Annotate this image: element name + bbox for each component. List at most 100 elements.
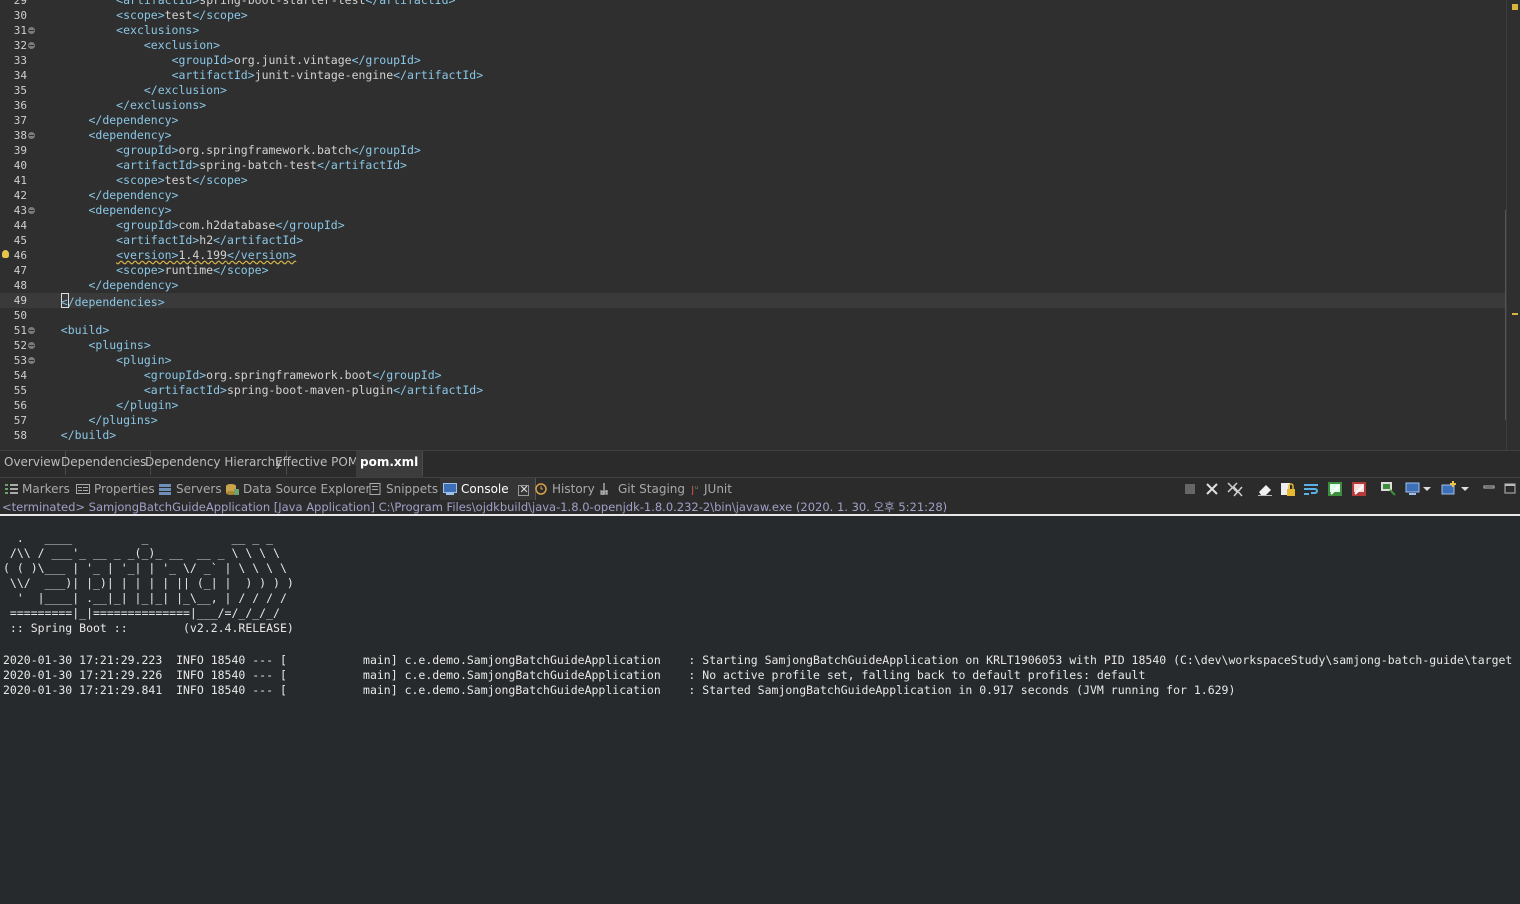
- fold-toggle-icon[interactable]: [28, 27, 35, 34]
- fold-toggle-icon[interactable]: [28, 42, 35, 49]
- code-line[interactable]: 57 </plugins>: [0, 413, 1506, 428]
- line-number: 44: [13, 219, 27, 232]
- fold-toggle-icon[interactable]: [28, 327, 35, 334]
- maximize-icon[interactable]: [1503, 481, 1519, 497]
- warning-marker[interactable]: [1512, 313, 1518, 315]
- code-line[interactable]: 41 <scope>test</scope>: [0, 173, 1506, 188]
- pom-editor-tabs: Overview Dependencies Dependency Hierarc…: [0, 450, 1520, 477]
- tab-dependencies[interactable]: Dependencies: [57, 451, 152, 475]
- code-line[interactable]: 39 <groupId>org.springframework.batch</g…: [0, 143, 1506, 158]
- svg-text:u: u: [695, 485, 698, 491]
- tab-snippets[interactable]: Snippets: [368, 478, 438, 502]
- code-line[interactable]: 46 <version>1.4.199</version>: [0, 248, 1506, 263]
- line-number: 31: [13, 24, 27, 37]
- tab-junit[interactable]: Ju JUnit: [690, 478, 732, 502]
- tab-dependency-hierarchy[interactable]: Dependency Hierarchy: [141, 451, 288, 475]
- tab-git-staging[interactable]: git Git Staging: [600, 478, 685, 502]
- fold-toggle-icon[interactable]: [28, 132, 35, 139]
- code-line[interactable]: 32 <exclusion>: [0, 38, 1506, 53]
- code-line[interactable]: 49 </dependencies>: [0, 293, 1506, 309]
- minimize-icon[interactable]: [1482, 481, 1498, 497]
- tab-pom-xml[interactable]: pom.xml: [356, 451, 424, 477]
- code-line[interactable]: 44 <groupId>com.h2database</groupId>: [0, 218, 1506, 233]
- tab-servers[interactable]: Servers: [158, 478, 222, 502]
- tab-data-source-explorer[interactable]: Data Source Explorer: [225, 478, 370, 502]
- tab-console[interactable]: Console ✕: [440, 478, 537, 502]
- spring-boot-banner: . ____ _ __ _ _ /\\ / ___'_ __ _ _(_)_ _…: [3, 531, 294, 635]
- xml-code-text: <artifactId>h2</artifactId>: [116, 233, 304, 247]
- code-line[interactable]: 50: [0, 308, 1506, 323]
- code-line[interactable]: 45 <artifactId>h2</artifactId>: [0, 233, 1506, 248]
- tab-effective-pom[interactable]: Effective POM: [271, 451, 364, 475]
- code-line[interactable]: 35 </exclusion>: [0, 83, 1506, 98]
- code-line[interactable]: 37 </dependency>: [0, 113, 1506, 128]
- scroll-lock-icon[interactable]: [1280, 481, 1296, 497]
- fold-toggle-icon[interactable]: [28, 357, 35, 364]
- word-wrap-icon[interactable]: [1303, 481, 1319, 497]
- code-line[interactable]: 29 <artifactId>spring-boot-starter-test<…: [0, 0, 1506, 8]
- xml-editor[interactable]: 29 <artifactId>spring-boot-starter-test<…: [0, 0, 1520, 450]
- code-line[interactable]: 31 <exclusions>: [0, 23, 1506, 38]
- tab-markers[interactable]: Markers: [4, 478, 70, 502]
- show-on-stdout-icon[interactable]: [1327, 481, 1343, 497]
- line-number: 35: [13, 84, 27, 97]
- code-line[interactable]: 38 <dependency>: [0, 128, 1506, 143]
- svg-text:J: J: [690, 484, 694, 495]
- code-line[interactable]: 34 <artifactId>junit-vintage-engine</art…: [0, 68, 1506, 83]
- remove-launch-icon[interactable]: [1204, 481, 1220, 497]
- code-line[interactable]: 30 <scope>test</scope>: [0, 8, 1506, 23]
- chevron-down-icon[interactable]: [1460, 481, 1470, 497]
- overview-ruler[interactable]: [1506, 0, 1520, 450]
- xml-code-text: [40, 308, 61, 323]
- line-number: 54: [13, 369, 27, 382]
- code-line[interactable]: 43 <dependency>: [0, 203, 1506, 218]
- terminate-icon[interactable]: [1182, 481, 1198, 497]
- log-line: 2020-01-30 17:21:29.226 INFO 18540 --- […: [3, 668, 1146, 682]
- xml-code-text: <groupId>org.springframework.batch</grou…: [116, 143, 421, 157]
- code-line[interactable]: 55 <artifactId>spring-boot-maven-plugin<…: [0, 383, 1506, 398]
- close-icon[interactable]: ✕: [518, 484, 530, 496]
- line-number: 43: [13, 204, 27, 217]
- display-console-icon[interactable]: [1405, 481, 1421, 497]
- xml-code-text: <artifactId>junit-vintage-engine</artifa…: [171, 68, 484, 82]
- code-line[interactable]: 54 <groupId>org.springframework.boot</gr…: [0, 368, 1506, 383]
- code-line[interactable]: 51 <build>: [0, 323, 1506, 338]
- console-output[interactable]: . ____ _ __ _ _ /\\ / ___'_ __ _ _(_)_ _…: [0, 517, 1520, 904]
- xml-code-text: </dependency>: [88, 188, 179, 202]
- code-line[interactable]: 47 <scope>runtime</scope>: [0, 263, 1506, 278]
- tab-overview[interactable]: Overview: [0, 451, 66, 475]
- code-line[interactable]: 36 </exclusions>: [0, 98, 1506, 113]
- line-number: 38: [13, 129, 27, 142]
- line-number: 51: [13, 324, 27, 337]
- show-on-stderr-icon[interactable]: [1351, 481, 1367, 497]
- code-line[interactable]: 53 <plugin>: [0, 353, 1506, 368]
- quick-fix-bulb-icon[interactable]: [2, 250, 9, 258]
- pin-console-icon[interactable]: [1380, 481, 1396, 497]
- fold-toggle-icon[interactable]: [28, 342, 35, 349]
- xml-code-text: <dependency>: [88, 203, 172, 217]
- code-line[interactable]: 40 <artifactId>spring-batch-test</artifa…: [0, 158, 1506, 173]
- chevron-down-icon[interactable]: [1422, 481, 1432, 497]
- open-console-icon[interactable]: [1441, 481, 1457, 497]
- markers-icon: [4, 480, 18, 494]
- code-line[interactable]: 56 </plugin>: [0, 398, 1506, 413]
- code-line[interactable]: 33 <groupId>org.junit.vintage</groupId>: [0, 53, 1506, 68]
- xml-code-text: <groupId>com.h2database</groupId>: [116, 218, 345, 232]
- warning-marker[interactable]: [1512, 4, 1518, 10]
- xml-code-text: </dependency>: [88, 113, 179, 127]
- tab-history[interactable]: History: [534, 478, 595, 502]
- console-process-label: <terminated> SamjongBatchGuideApplicatio…: [0, 500, 1520, 516]
- line-number: 56: [13, 399, 27, 412]
- code-line[interactable]: 42 </dependency>: [0, 188, 1506, 203]
- code-line[interactable]: 48 </dependency>: [0, 278, 1506, 293]
- fold-toggle-icon[interactable]: [28, 207, 35, 214]
- remove-all-icon[interactable]: [1227, 481, 1243, 497]
- clear-console-icon[interactable]: [1257, 481, 1273, 497]
- code-line[interactable]: 58 </build>: [0, 428, 1506, 443]
- xml-code-text: <plugin>: [116, 353, 172, 367]
- xml-code-text: </plugin>: [116, 398, 179, 412]
- line-number: 33: [13, 54, 27, 67]
- tab-properties[interactable]: Properties: [76, 478, 155, 502]
- xml-code-text: </exclusion>: [143, 83, 227, 97]
- code-line[interactable]: 52 <plugins>: [0, 338, 1506, 353]
